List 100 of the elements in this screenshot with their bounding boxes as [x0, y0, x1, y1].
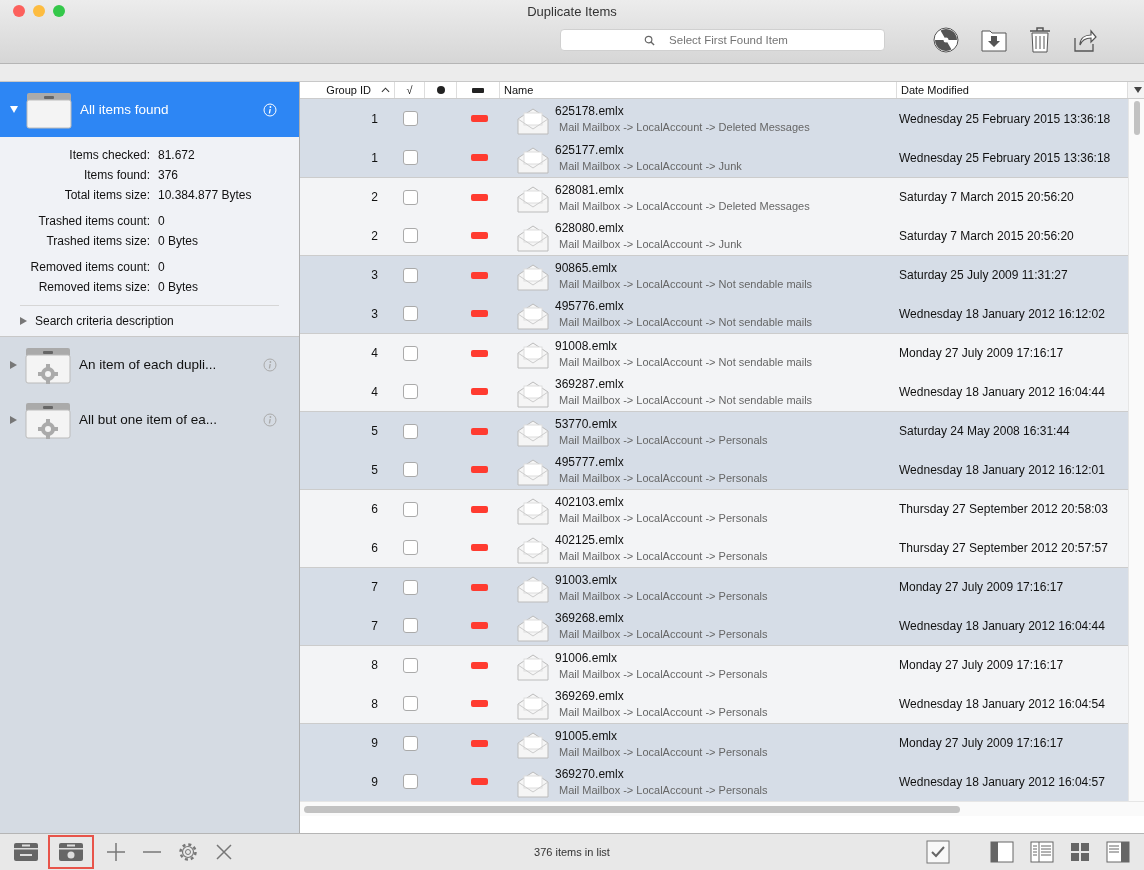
envelope-icon [517, 535, 549, 564]
vertical-scrollbar[interactable] [1128, 99, 1144, 801]
close-icon[interactable] [215, 843, 233, 861]
checkbox[interactable] [402, 345, 418, 361]
checkbox[interactable] [402, 462, 418, 477]
table-row[interactable]: 6 402103.emlx Mail Mailbox -> LocalAccount -> Personals Thursday 27 September 2012 20:58:03 [300, 489, 1128, 528]
gear-box-icon [25, 345, 71, 384]
checkbox[interactable] [402, 774, 418, 789]
radiation-icon[interactable] [933, 27, 959, 53]
table-row[interactable]: 3 495776.emlx Mail Mailbox -> LocalAccount -> Not sendable mails Wednesday 18 January 2012 16:12:02 [300, 294, 1128, 333]
group-id-cell-text: 6 [370, 539, 379, 557]
checkbox[interactable] [402, 657, 418, 673]
group-id-cell-text: 4 [370, 345, 379, 362]
detail-label: Total items size: [63, 188, 150, 202]
info-icon[interactable] [263, 412, 277, 427]
group-id-cell-text: 2 [370, 227, 379, 245]
disclosure-icon[interactable] [10, 415, 17, 424]
table-row[interactable]: 3 90865.emlx Mail Mailbox -> LocalAccount -> Not sendable mails Saturday 25 July 2009 11:31:27 [300, 255, 1128, 294]
detail-value: 376 [158, 168, 179, 182]
disclosure-icon[interactable] [10, 360, 17, 369]
folder-download-icon[interactable] [981, 28, 1007, 52]
file-name: 369268.emlx [555, 611, 625, 625]
box-icon[interactable] [58, 842, 84, 862]
minimize-button[interactable] [33, 5, 45, 17]
checkbox[interactable] [402, 501, 418, 517]
table-row[interactable]: 9 369270.emlx Mail Mailbox -> LocalAccount -> Personals Wednesday 18 January 2012 16:04:57 [300, 762, 1128, 801]
column-header[interactable]: Group ID [300, 82, 395, 98]
checkbox[interactable] [402, 306, 418, 321]
table-row[interactable]: 1 625178.emlx Mail Mailbox -> LocalAccount -> Deleted Messages Wednesday 25 February 2015 13:36:18 [300, 99, 1128, 138]
group-id-cell-text: 1 [370, 110, 379, 128]
share-icon[interactable] [1073, 28, 1097, 52]
table-row[interactable]: 5 495777.emlx Mail Mailbox -> LocalAccount -> Personals Wednesday 18 January 2012 16:12:01 [300, 450, 1128, 489]
info-icon[interactable] [263, 357, 277, 372]
envelope-icon [517, 613, 549, 642]
detail-value: 0 Bytes [158, 280, 199, 294]
checkbox[interactable] [402, 423, 418, 439]
file-name: 53770.emlx [555, 416, 619, 431]
file-name: 91003.emlx [555, 572, 619, 587]
zoom-button[interactable] [53, 5, 65, 17]
group-id-cell-text: 3 [370, 267, 379, 284]
column-header[interactable]: √ [395, 82, 425, 98]
checkbox[interactable] [402, 111, 418, 126]
group-id-cell-text: 8 [370, 695, 379, 713]
table-row[interactable]: 8 91006.emlx Mail Mailbox -> LocalAccount -> Personals Monday 27 July 2009 17:16:17 [300, 645, 1128, 684]
date-cell-text: Wednesday 18 January 2012 16:04:44 [898, 617, 1106, 635]
checkbox[interactable] [402, 150, 418, 165]
add-icon[interactable] [106, 842, 126, 862]
group-id-cell-text: 6 [370, 501, 379, 518]
date-cell-text: Thursday 27 September 2012 20:57:57 [898, 539, 1109, 557]
checkbox[interactable] [402, 540, 418, 555]
horizontal-scrollbar[interactable] [300, 801, 1144, 816]
file-path: Mail Mailbox -> LocalAccount -> Personals [558, 745, 768, 758]
detail-layout-icon[interactable] [1106, 841, 1130, 863]
columns-layout-icon[interactable] [1030, 841, 1054, 863]
group-id-cell-text: 4 [370, 383, 379, 401]
search-icon [644, 35, 655, 46]
table-row[interactable]: 6 402125.emlx Mail Mailbox -> LocalAccount -> Personals Thursday 27 September 2012 20:57:57 [300, 528, 1128, 567]
sidebar-item[interactable]: An item of each dupli... [0, 337, 299, 392]
search-field[interactable]: Select First Found Item [560, 29, 885, 51]
file-path: Mail Mailbox -> LocalAccount -> Deleted Messages [558, 121, 810, 133]
table-row[interactable]: 4 91008.emlx Mail Mailbox -> LocalAccount -> Not sendable mails Monday 27 July 2009 17:16:17 [300, 333, 1128, 372]
file-name: 402103.emlx [555, 494, 625, 509]
table-row[interactable]: 9 91005.emlx Mail Mailbox -> LocalAccount -> Personals Monday 27 July 2009 17:16:17 [300, 723, 1128, 762]
date-cell-text: Wednesday 18 January 2012 16:12:02 [898, 305, 1106, 323]
dropdown-caret-icon[interactable] [1134, 87, 1142, 93]
close-button[interactable] [13, 5, 25, 17]
table-row[interactable]: 5 53770.emlx Mail Mailbox -> LocalAccount -> Personals Saturday 24 May 2008 16:31:44 [300, 411, 1128, 450]
table-row[interactable]: 7 91003.emlx Mail Mailbox -> LocalAccount -> Personals Monday 27 July 2009 17:16:17 [300, 567, 1128, 606]
checkbox[interactable] [402, 384, 418, 399]
date-cell-text: Wednesday 18 January 2012 16:12:01 [898, 461, 1106, 479]
checkbox[interactable] [402, 579, 418, 595]
table-row[interactable]: 1 625177.emlx Mail Mailbox -> LocalAccount -> Junk Wednesday 25 February 2015 13:36:18 [300, 138, 1128, 177]
table-row[interactable]: 4 369287.emlx Mail Mailbox -> LocalAccount -> Not sendable mails Wednesday 18 January 2012 16:04:44 [300, 372, 1128, 411]
trash-icon[interactable] [1029, 27, 1051, 53]
grid-icon[interactable] [1070, 842, 1090, 862]
checkbox[interactable] [402, 618, 418, 633]
checkbox[interactable] [402, 189, 418, 205]
checkmark-icon[interactable] [926, 840, 950, 864]
settings-icon[interactable] [177, 841, 199, 863]
table-row[interactable]: 2 628081.emlx Mail Mailbox -> LocalAccount -> Deleted Messages Saturday 7 March 2015 20:56:20 [300, 177, 1128, 216]
table-row[interactable]: 7 369268.emlx Mail Mailbox -> LocalAccount -> Personals Wednesday 18 January 2012 16:04:44 [300, 606, 1128, 645]
checkbox[interactable] [402, 267, 418, 283]
toolbox-icon[interactable] [13, 842, 39, 862]
detail-label: Trashed items count: [37, 214, 150, 228]
table-row[interactable]: 8 369269.emlx Mail Mailbox -> LocalAccount -> Personals Wednesday 18 January 2012 16:04:54 [300, 684, 1128, 723]
sidebar-item[interactable]: All but one item of ea... [0, 392, 299, 447]
checkbox[interactable] [402, 228, 418, 243]
sidebar-layout-icon[interactable] [990, 841, 1014, 863]
file-path: Mail Mailbox -> LocalAccount -> Personals [558, 589, 768, 602]
file-name: 495777.emlx [555, 455, 625, 469]
detail-label: Trashed items size: [45, 234, 150, 248]
checkbox[interactable] [402, 696, 418, 711]
column-header[interactable]: Name [500, 82, 897, 98]
checkbox[interactable] [402, 735, 418, 751]
envelope-icon [517, 769, 549, 798]
criteria-toggle[interactable]: Search criteria description [20, 305, 279, 328]
table-row[interactable]: 2 628080.emlx Mail Mailbox -> LocalAccount -> Junk Saturday 7 March 2015 20:56:20 [300, 216, 1128, 255]
envelope-icon [517, 419, 549, 447]
group-id-cell-text: 5 [370, 423, 379, 440]
date-cell-text: Wednesday 25 February 2015 13:36:18 [898, 110, 1112, 128]
